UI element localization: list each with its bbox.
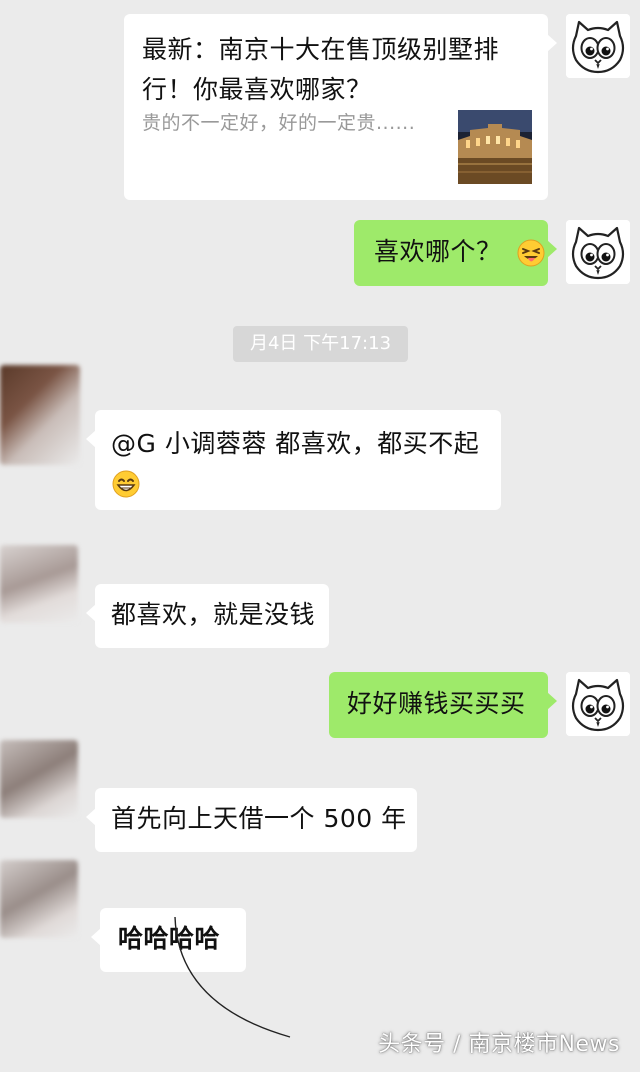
link-card-thumbnail-image (458, 110, 532, 184)
received-message-bubble[interactable]: 首先向上天借一个 500 年 (86, 788, 417, 852)
self-avatar-cat-icon[interactable] (566, 14, 630, 78)
link-card-description: 贵的不一定好，好的一定贵...... (142, 112, 416, 134)
message-text: 首先向上天借一个 500 年 (111, 804, 407, 833)
bubble-tail (547, 34, 557, 52)
contact-avatar-blurred[interactable] (0, 365, 80, 465)
squinting-tongue-emoji-icon (517, 239, 545, 267)
self-avatar-cat-icon[interactable] (566, 220, 630, 284)
contact-avatar-blurred[interactable] (0, 740, 78, 818)
bubble-tail (91, 928, 101, 946)
message-text: @G 小调蓉蓉 都喜欢，都买不起 (111, 429, 480, 458)
link-card-title: 最新：南京十大在售顶级别墅排行！你最喜欢哪家？ (142, 35, 500, 104)
bubble-tail (86, 430, 96, 448)
timestamp-label: 月4日 下午17:13 (233, 326, 408, 362)
bubble-tail (547, 692, 557, 710)
received-message-bubble[interactable]: 都喜欢，就是没钱 (86, 584, 329, 648)
contact-avatar-blurred[interactable] (0, 860, 78, 938)
watermark-text: 头条号 / 南京楼市News (378, 1032, 620, 1057)
message-text: 都喜欢，就是没钱 (111, 600, 316, 629)
sent-message-bubble[interactable]: 喜欢哪个？ (354, 220, 557, 286)
message-text: 好好赚钱买买买 (347, 689, 526, 718)
bubble-tail (86, 808, 96, 826)
bubble-tail (86, 604, 96, 622)
link-card-bubble[interactable]: 最新：南京十大在售顶级别墅排行！你最喜欢哪家？ 贵的不一定好，好的一定贵....… (124, 14, 557, 200)
grinning-smile-emoji-icon (112, 470, 140, 498)
bubble-tail (547, 240, 557, 258)
sent-message-bubble[interactable]: 好好赚钱买买买 (329, 672, 557, 738)
message-text: 喜欢哪个？ (374, 237, 502, 266)
self-avatar-cat-icon[interactable] (566, 672, 630, 736)
contact-avatar-blurred[interactable] (0, 545, 78, 623)
received-message-bubble[interactable]: @G 小调蓉蓉 都喜欢，都买不起 (86, 410, 501, 510)
scribble-line (174, 916, 291, 1038)
